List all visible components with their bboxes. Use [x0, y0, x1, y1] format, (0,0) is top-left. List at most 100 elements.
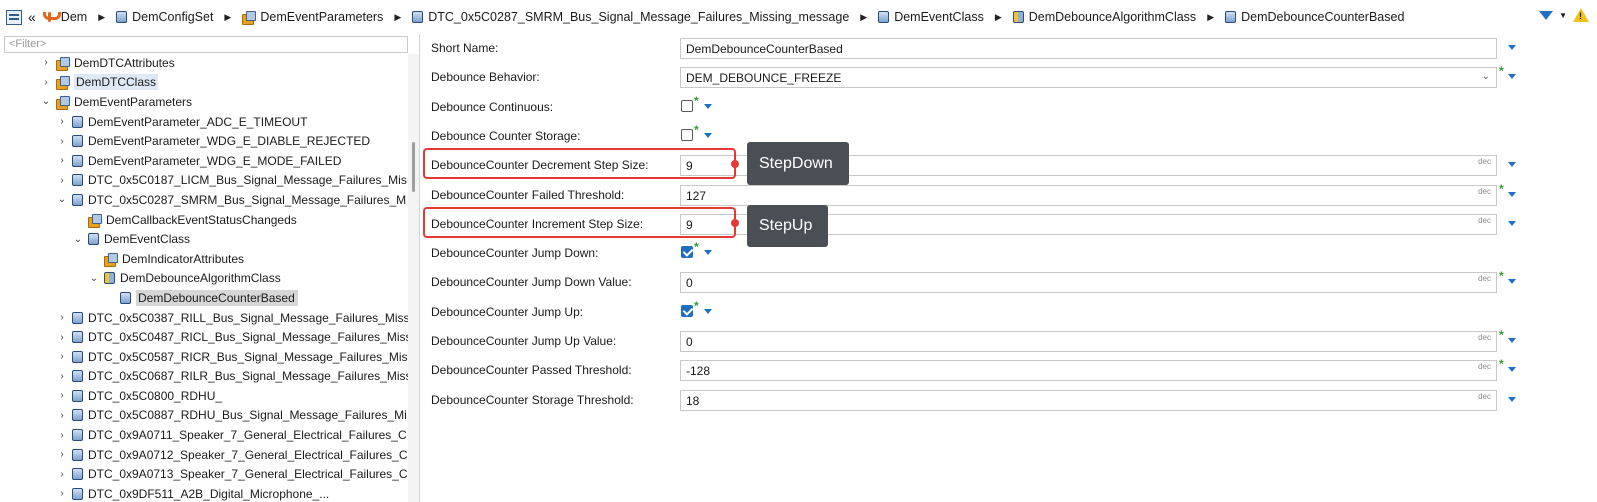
expand-icon[interactable]: › [56, 449, 68, 460]
property-menu-icon[interactable] [1508, 367, 1516, 373]
step-up-callout: StepUp [747, 205, 828, 247]
tree-item[interactable]: › DTC_0x5C0587_RICR_Bus_Signal_Message_Fa… [0, 347, 408, 367]
expand-icon[interactable]: › [56, 332, 68, 343]
breadcrumb-item[interactable]: DemConfigSet [116, 10, 213, 24]
property-row: Short Name: DemDebounceCounterBased [421, 36, 1597, 59]
property-checkbox[interactable] [681, 128, 693, 141]
collapse-icon[interactable]: ⌄ [88, 273, 100, 284]
collapse-icon[interactable]: ⌄ [72, 234, 84, 245]
container-icon [72, 487, 83, 500]
property-menu-icon[interactable] [704, 308, 712, 314]
property-checkbox[interactable] [681, 246, 693, 259]
property-label: Debounce Continuous: [431, 99, 554, 114]
expand-icon[interactable]: › [56, 155, 68, 166]
expand-icon[interactable]: › [56, 371, 68, 382]
tree-item[interactable]: › DTC_0x9A0713_Speaker_7_General_Electric… [0, 464, 408, 484]
breadcrumb-item[interactable]: DemEventParameters [242, 10, 383, 25]
tree-item[interactable]: › DemEventParameter_WDG_E_DIABLE_REJECTED [0, 131, 408, 151]
breadcrumb-start: « [0, 9, 42, 25]
property-menu-icon[interactable] [704, 103, 712, 109]
property-select[interactable]: DEM_DEBOUNCE_FREEZE ⌄ [680, 67, 1497, 89]
collapse-icon[interactable]: ⌄ [56, 194, 68, 205]
expand-icon[interactable]: › [40, 77, 52, 88]
property-panel: Short Name: DemDebounceCounterBased Deboun… [421, 34, 1597, 502]
property-input[interactable]: 18 dec [680, 389, 1497, 411]
tree-item-label: DemDTCClass [74, 74, 159, 91]
property-input[interactable]: -128 dec [680, 360, 1497, 382]
expand-icon[interactable]: › [56, 430, 68, 441]
tree-item[interactable]: › DTC_0x9A0711_Speaker_7_General_Electric… [0, 425, 408, 445]
filter-dropdown-icon[interactable]: ▼ [1559, 11, 1567, 20]
breadcrumb-item[interactable]: DemEventClass [878, 10, 984, 24]
expand-icon[interactable]: › [56, 410, 68, 421]
tree-item[interactable]: › DTC_0x5C0887_RDHU_Bus_Signal_Message_Fa… [0, 406, 408, 426]
expand-icon[interactable]: › [56, 469, 68, 480]
tree-scrollbar-thumb[interactable] [412, 142, 415, 192]
property-input[interactable]: DemDebounceCounterBased [680, 38, 1497, 59]
tree-item[interactable]: › DemEventParameter_ADC_E_TIMEOUT [0, 112, 408, 132]
expand-icon[interactable]: › [56, 116, 68, 127]
breadcrumb-item[interactable]: DemDebounceCounterBased [1225, 10, 1404, 24]
tree-item[interactable]: DemCallbackEventStatusChangeds [0, 210, 408, 230]
breadcrumb-items: Dem ▶ DemConfigSet ▶ DemEventParameters ▶ DTC_… [42, 10, 1404, 25]
filter-icon[interactable] [1539, 10, 1554, 20]
tree-item[interactable]: DemDebounceCounterBased [0, 288, 408, 308]
tree-item[interactable]: › DTC_0x5C0800_RDHU_ [0, 386, 408, 406]
configuration-editor-icon[interactable] [6, 9, 22, 25]
breadcrumb-item[interactable]: Dem [42, 10, 87, 24]
tree-item[interactable]: › DemDTCClass [0, 73, 408, 93]
expand-icon[interactable]: › [56, 390, 68, 401]
property-menu-icon[interactable] [1508, 396, 1516, 402]
tree-item[interactable]: ⌄ DemEventParameters [0, 92, 408, 112]
expand-icon[interactable]: › [56, 175, 68, 186]
collapse-icon[interactable]: ⌄ [40, 96, 52, 107]
property-menu-icon[interactable] [1508, 74, 1516, 80]
tree-item[interactable]: ⌄ DTC_0x5C0287_SMRM_Bus_Signal_Message_Fa… [0, 190, 408, 210]
breadcrumb-item[interactable]: DemDebounceAlgorithmClass [1012, 10, 1196, 24]
tree-item[interactable]: ⌄ DemDebounceAlgorithmClass [0, 269, 408, 289]
property-menu-icon[interactable] [704, 250, 712, 256]
back-icon[interactable]: « [28, 9, 36, 25]
property-input[interactable]: 127 dec [680, 184, 1497, 206]
warning-icon[interactable]: ! [1573, 8, 1589, 22]
property-input[interactable]: 0 dec [680, 331, 1497, 352]
expand-icon[interactable]: › [40, 57, 52, 68]
tree-item[interactable]: › DemDTCAttributes [0, 53, 408, 73]
step-down-callout: StepDown [747, 142, 849, 185]
property-menu-icon[interactable] [1508, 162, 1516, 168]
tree-item[interactable]: › DemEventParameter_WDG_E_MODE_FAILED [0, 151, 408, 171]
tree-item[interactable]: › DTC_0x5C0187_LICM_Bus_Signal_Message_Fa… [0, 171, 408, 191]
tree-item-label: DTC_0x5C0187_LICM_Bus_Signal_Message_Fai… [88, 173, 407, 188]
tree-item-label: DemEventParameter_WDG_E_DIABLE_REJECTED [88, 134, 371, 149]
breadcrumb-item[interactable]: DTC_0x5C0287_SMRM_Bus_Signal_Message_Fai… [412, 10, 849, 24]
property-menu-icon[interactable] [1508, 45, 1516, 50]
tree-item[interactable]: › DTC_0x5C0387_RILL_Bus_Signal_Message_Fa… [0, 308, 409, 328]
property-input[interactable]: 0 dec [680, 272, 1497, 294]
tree-filter-input[interactable]: <Filter> [4, 36, 408, 53]
unit-label: dec [1478, 215, 1491, 225]
expand-icon[interactable]: › [56, 488, 68, 499]
property-menu-icon[interactable] [1508, 279, 1516, 285]
tree-item[interactable]: ⌄ DemEventClass [0, 229, 408, 249]
property-menu-icon[interactable] [1508, 220, 1516, 226]
property-checkbox[interactable] [681, 99, 693, 112]
tree-item[interactable]: › DTC_0x5C0487_RICL_Bus_Signal_Message_Fa… [0, 327, 411, 347]
property-checkbox[interactable] [681, 304, 693, 317]
expand-icon[interactable]: › [56, 351, 68, 362]
property-menu-icon[interactable] [704, 132, 712, 138]
property-menu-icon[interactable] [1508, 338, 1516, 343]
breadcrumb-separator-icon: ▶ [224, 11, 232, 22]
tree-item[interactable]: › DTC_0x9A0712_Speaker_7_General_Electric… [0, 445, 408, 465]
expand-icon[interactable]: › [56, 312, 68, 323]
property-menu-icon[interactable] [1508, 191, 1516, 197]
expand-icon[interactable]: › [56, 136, 68, 147]
tree-item[interactable]: DemIndicatorAttributes [0, 249, 408, 269]
chevron-down-icon[interactable]: ⌄ [1482, 71, 1490, 82]
tree-item[interactable]: › DTC_0x9DF511_A2B_Digital_Microphone_... [0, 484, 408, 502]
unit-label: dec [1478, 362, 1491, 372]
tree-item-label: DemEventParameter_ADC_E_TIMEOUT [88, 114, 308, 129]
tree-item[interactable]: › DTC_0x5C0687_RILR_Bus_Signal_Message_Fa… [0, 367, 411, 387]
property-label: DebounceCounter Passed Threshold: [431, 363, 632, 378]
tree-item-label: DemDTCAttributes [74, 55, 175, 70]
tree-scrollbar[interactable] [408, 54, 419, 502]
